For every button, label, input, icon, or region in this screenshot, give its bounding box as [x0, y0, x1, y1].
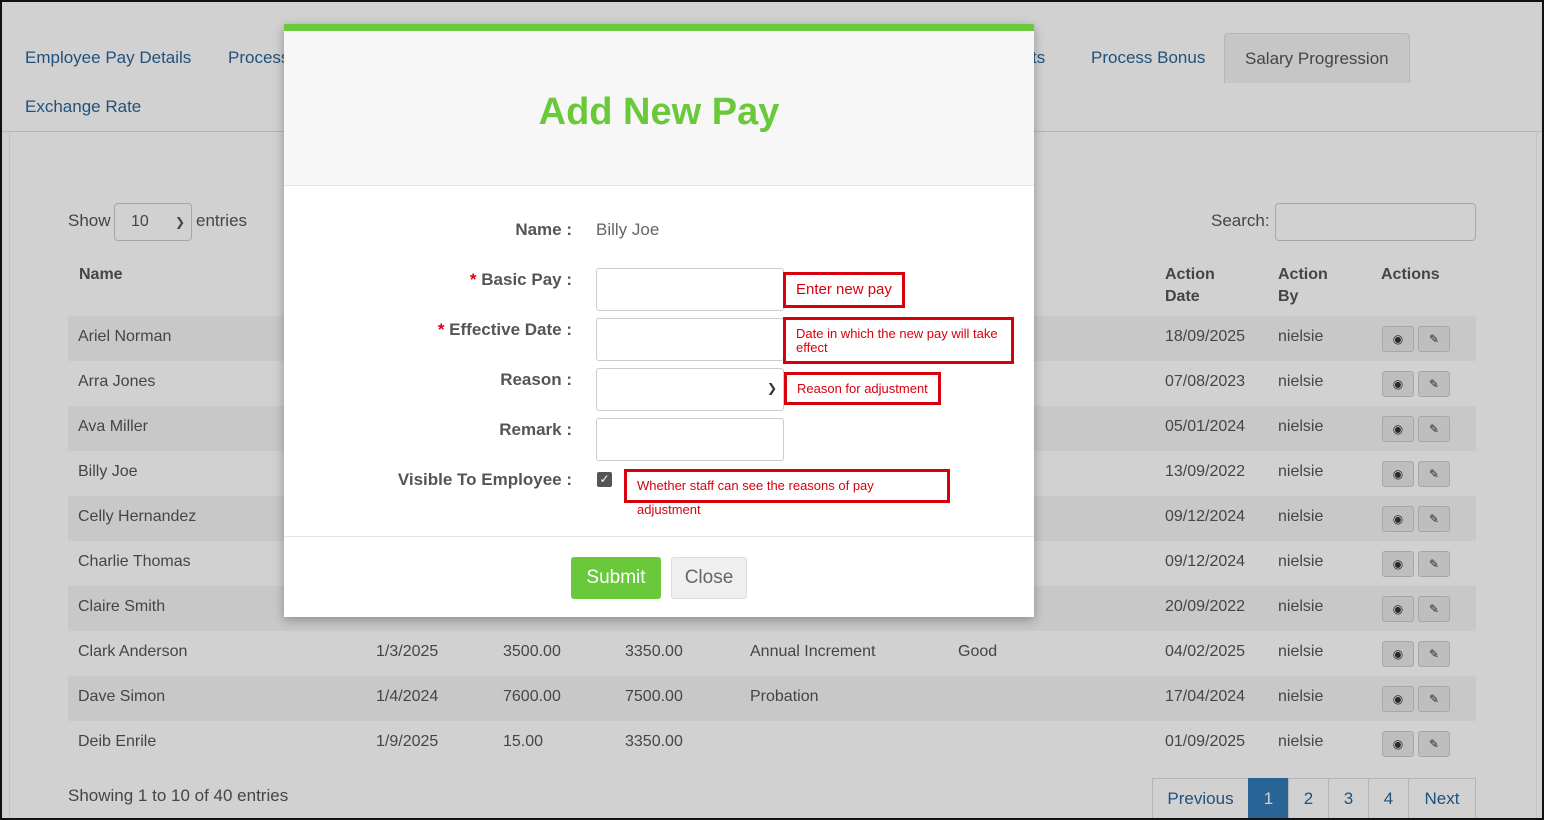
basic-pay-label: * Basic Pay : [470, 270, 572, 290]
effective-date-label: * Effective Date : [438, 320, 572, 340]
visible-to-employee-label: Visible To Employee : [397, 470, 572, 489]
required-marker: * [437, 320, 445, 339]
visible-to-employee-checkbox[interactable]: ✓ [597, 472, 612, 487]
basic-pay-label-text: Basic Pay : [481, 270, 572, 289]
app-frame: Employee Pay Details Process ts Process … [0, 0, 1544, 820]
chevron-down-icon: ❯ [766, 381, 777, 395]
remark-label: Remark : [499, 420, 572, 439]
effective-date-annotation: Date in which the new pay will take effe… [783, 317, 1014, 364]
effective-date-input[interactable] [596, 318, 784, 361]
basic-pay-annotation: Enter new pay [783, 272, 905, 308]
modal-footer: Submit Close [284, 536, 1034, 624]
add-new-pay-modal: Add New Pay Name : Billy Joe * Basic Pay… [284, 24, 1034, 617]
reason-annotation: Reason for adjustment [784, 372, 941, 405]
checkmark-icon: ✓ [599, 472, 610, 486]
effective-date-label-text: Effective Date : [449, 320, 572, 339]
remark-input[interactable] [596, 418, 784, 461]
modal-header: Add New Pay [284, 31, 1034, 186]
reason-select[interactable]: ❯ [596, 368, 784, 411]
visible-annotation: Whether staff can see the reasons of pay… [624, 469, 950, 517]
close-button[interactable]: Close [671, 557, 747, 599]
name-value: Billy Joe [596, 220, 660, 239]
name-label: Name : [515, 220, 572, 239]
required-marker: * [469, 270, 477, 289]
basic-pay-input[interactable] [596, 268, 784, 311]
reason-label: Reason : [500, 370, 572, 389]
submit-button[interactable]: Submit [571, 557, 661, 599]
modal-title: Add New Pay [538, 91, 780, 133]
